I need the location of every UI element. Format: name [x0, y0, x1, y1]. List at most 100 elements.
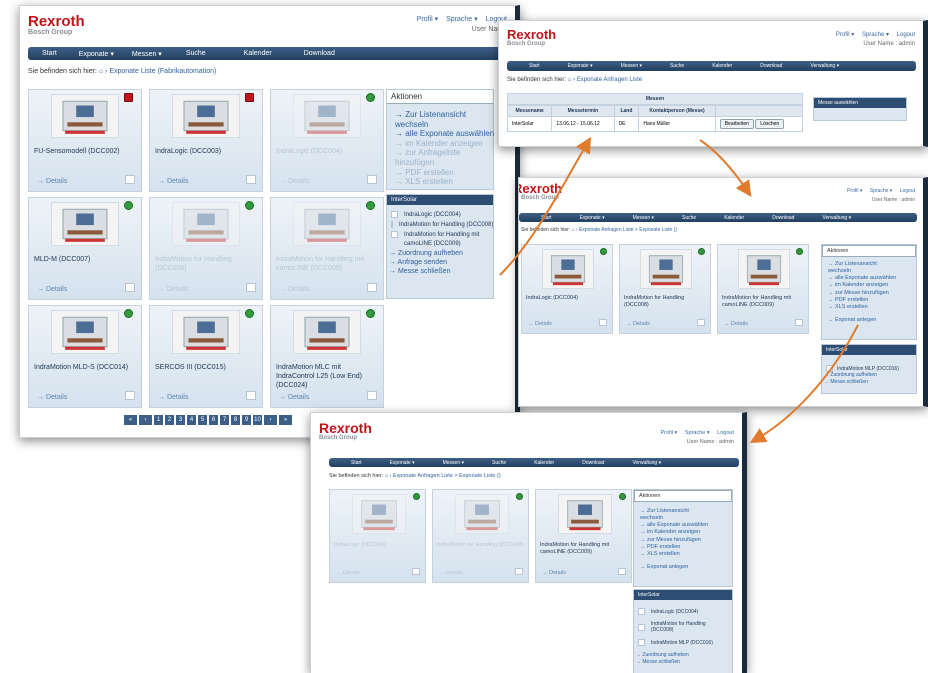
page-button[interactable]: 2 [165, 415, 174, 425]
details-link[interactable]: → Details [542, 570, 566, 576]
action-link[interactable]: → Exponat anlegen [640, 564, 732, 571]
exponat-title[interactable]: IndraMotion for Handling mit camoLINE (D… [276, 256, 380, 274]
profil-link[interactable]: Profil ▾ [836, 32, 854, 38]
nav-item[interactable]: Suche [492, 460, 506, 466]
page-button[interactable]: 1 [154, 415, 163, 425]
page-button[interactable]: « [124, 415, 137, 425]
panel-action-link[interactable]: → Anfrage senden [389, 259, 493, 268]
details-link[interactable]: → Details [528, 321, 552, 327]
details-link[interactable]: → Details [37, 178, 67, 185]
action-link[interactable]: → PDF erstellen [828, 297, 916, 304]
details-link[interactable]: → Details [279, 394, 309, 401]
action-link[interactable]: → alle Exponate auswählen [640, 522, 732, 529]
exponat-card[interactable]: IndraMotion for Handling (DCC008) → Detai… [619, 244, 711, 334]
home-icon[interactable]: ⌂ › [385, 473, 392, 479]
action-link[interactable]: → XLS erstellen [395, 177, 493, 187]
action-link[interactable]: → im Kalender anzeigen [828, 282, 916, 289]
exponat-title[interactable]: IndraMotion for Handling (DCC008) [624, 295, 710, 309]
exponat-card[interactable]: IndraMotion for Handling mit camoLINE (D… [717, 244, 809, 334]
breadcrumb-link[interactable]: Exponate Anfragen Liste > Exponate Liste… [579, 227, 677, 233]
logout-link[interactable]: Logout [717, 430, 734, 436]
remove-checkbox[interactable] [391, 211, 398, 218]
nav-item[interactable]: Exponate ▾ [568, 63, 593, 69]
sprache-link[interactable]: Sprache ▾ [870, 188, 893, 194]
selected-exponat[interactable]: camoLINE (DCC009) [391, 241, 489, 247]
nav-kalender[interactable]: Kalender [244, 50, 272, 57]
select-checkbox[interactable] [515, 568, 523, 575]
remove-checkbox[interactable] [391, 231, 398, 238]
action-link[interactable]: → im Kalender anzeigen [640, 529, 732, 536]
remove-checkbox[interactable] [638, 623, 645, 631]
exponat-card[interactable]: IndraLogic (DCC004) → Details [270, 89, 384, 192]
nav-item[interactable]: Exponate ▾ [580, 215, 605, 221]
profil-link[interactable]: Profil ▾ [661, 430, 678, 436]
nav-item[interactable]: Suche [670, 63, 684, 69]
action-link[interactable]: → im Kalender anzeigen [395, 139, 493, 149]
exponat-title[interactable]: IndraMotion for Handling mit camoLINE (D… [540, 542, 630, 556]
action-link[interactable]: hinzufügen [395, 158, 493, 168]
select-checkbox[interactable] [367, 175, 377, 184]
nav-item[interactable]: Start [541, 215, 552, 221]
nav-messen[interactable]: Messen ▾ [132, 50, 162, 58]
nav-item[interactable]: Messen ▾ [633, 215, 654, 221]
exponat-card[interactable]: FU-Sensomodell (DCC002) → Details [28, 89, 142, 192]
nav-item[interactable]: Kalender [724, 215, 744, 221]
exponat-title[interactable]: FU-Sensomodell (DCC002) [34, 148, 138, 157]
sprache-link[interactable]: Sprache ▾ [685, 430, 710, 436]
remove-checkbox[interactable] [638, 608, 645, 615]
page-button[interactable]: 4 [187, 415, 196, 425]
exponat-card[interactable]: IndraMotion MLD-S (DCC014) → Details [28, 305, 142, 408]
details-link[interactable]: → Details [724, 321, 748, 327]
select-checkbox[interactable] [367, 391, 377, 400]
exponat-title[interactable]: IndraLogic (DCC004) [526, 295, 612, 302]
selected-exponat[interactable]: IndraLogic (DCC004) [638, 608, 728, 615]
nav-item[interactable]: Download [772, 215, 794, 221]
action-link[interactable]: → PDF erstellen [640, 544, 732, 551]
action-link[interactable]: → PDF erstellen [395, 168, 493, 178]
action-link[interactable]: → zur Messe hinzufügen [828, 290, 916, 297]
breadcrumb-link[interactable]: Exponate Anfragen Liste [577, 77, 642, 83]
nav-exponate[interactable]: Exponate ▾ [79, 50, 114, 58]
exponat-card[interactable]: MLD-M (DCC007) → Details [28, 197, 142, 300]
breadcrumb-link[interactable]: Exponate Liste (Fabrikautomation) [109, 68, 216, 75]
page-button[interactable]: ‹ [139, 415, 152, 425]
details-link[interactable]: → Details [158, 394, 188, 401]
profil-link[interactable]: Profil ▾ [417, 16, 438, 23]
remove-checkbox[interactable] [391, 221, 393, 228]
details-link[interactable]: → Details [158, 286, 188, 293]
nav-item[interactable]: Kalender [712, 63, 732, 69]
exponat-card[interactable]: IndraLogic (DCC004) → Details [521, 244, 613, 334]
exponat-title[interactable]: IndraMotion MLD-S (DCC014) [34, 364, 138, 373]
remove-checkbox[interactable] [638, 639, 645, 646]
nav-item[interactable]: Start [351, 460, 362, 466]
nav-start[interactable]: Start [42, 50, 57, 57]
details-link[interactable]: → Details [439, 570, 463, 576]
page-button[interactable]: 7 [220, 415, 229, 425]
select-checkbox[interactable] [246, 283, 256, 292]
remove-checkbox[interactable] [826, 365, 833, 372]
page-button[interactable]: » [279, 415, 292, 425]
selected-exponat[interactable]: IndraMotion for Handling (DCC008) [638, 621, 728, 633]
exponat-title[interactable]: SERCOS III (DCC015) [155, 364, 259, 373]
page-button[interactable]: › [264, 415, 277, 425]
select-checkbox[interactable] [795, 319, 803, 326]
page-button[interactable]: 5 [198, 415, 207, 425]
profil-link[interactable]: Profil ▾ [847, 188, 862, 194]
exponat-card[interactable]: IndraMotion for Handling mit camoLINE (D… [270, 197, 384, 300]
nav-item[interactable]: Suche [682, 215, 696, 221]
home-icon[interactable]: ⌂ › [99, 68, 108, 75]
select-checkbox[interactable] [246, 175, 256, 184]
details-link[interactable]: → Details [336, 570, 360, 576]
nav-item[interactable]: Verwaltung ▾ [632, 460, 661, 466]
page-button[interactable]: 6 [209, 415, 218, 425]
action-link[interactable]: → Exponat anlegen [828, 317, 916, 324]
nav-download[interactable]: Download [304, 50, 335, 57]
action-link[interactable]: wechseln [395, 120, 493, 130]
exponat-card[interactable]: IndraMotion for Handling (DCC008) → Detai… [432, 489, 529, 583]
nav-item[interactable]: Kalender [534, 460, 554, 466]
details-link[interactable]: → Details [37, 394, 67, 401]
action-link[interactable]: → Zur Listenansicht [828, 261, 916, 268]
select-checkbox[interactable] [125, 175, 135, 184]
select-checkbox[interactable] [618, 568, 626, 575]
exponat-title[interactable]: IndraMotion for Handling mit camoLINE (D… [722, 295, 808, 309]
